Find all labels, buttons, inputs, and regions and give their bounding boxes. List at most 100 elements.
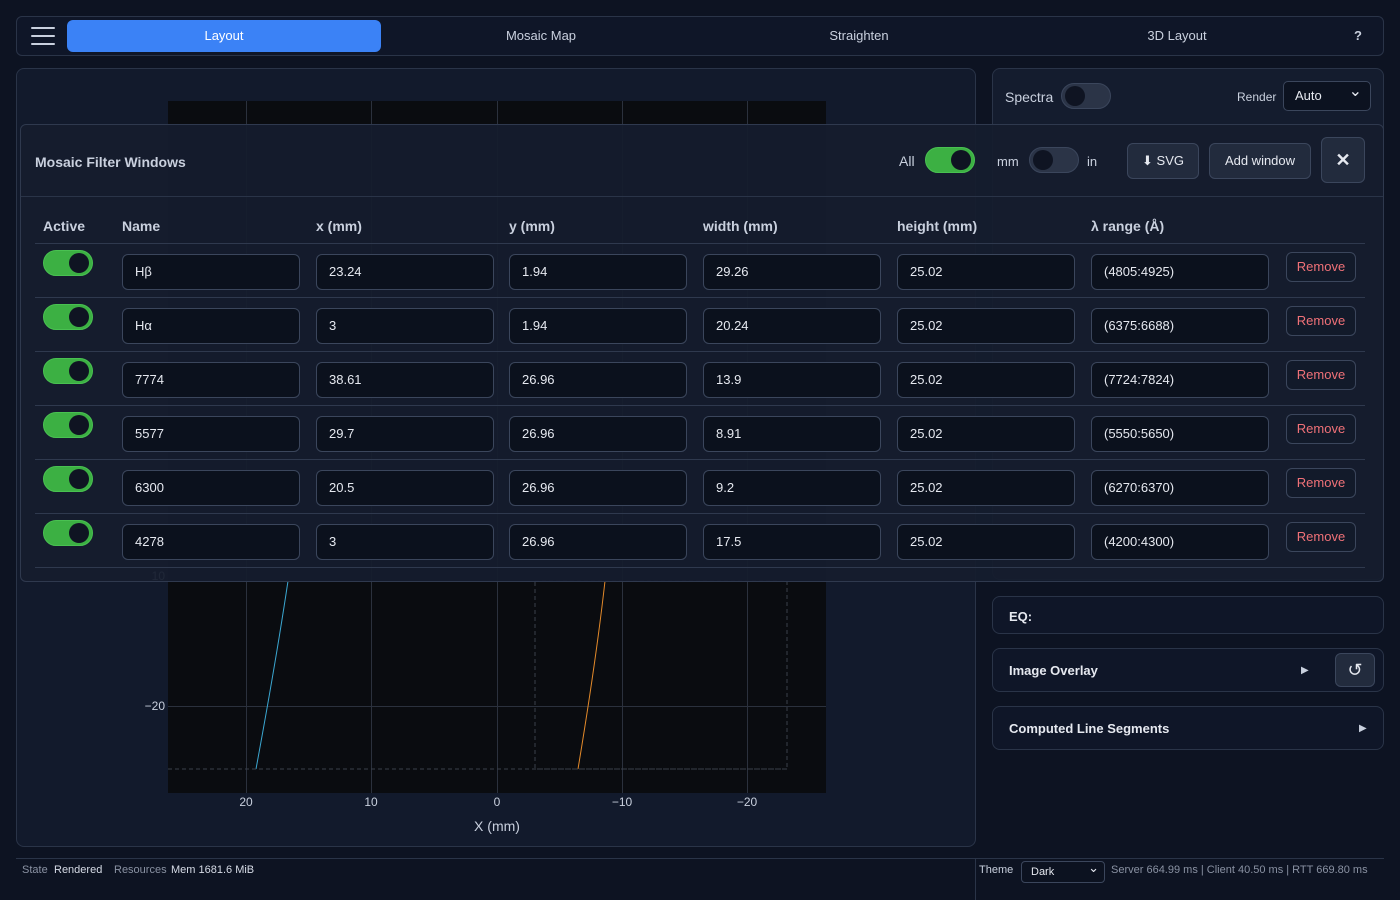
tab-mosaic-map[interactable]: Mosaic Map xyxy=(389,20,693,52)
y-input[interactable]: 26.96 xyxy=(509,470,687,506)
render-select[interactable]: Auto xyxy=(1283,78,1371,111)
lambda-range-input[interactable]: (7724:7824) xyxy=(1091,362,1269,398)
spectra-toggle[interactable] xyxy=(1061,83,1111,109)
name-input[interactable]: 5577 xyxy=(122,416,300,452)
column-header-lambda-range: λ range (Å) xyxy=(1091,218,1165,234)
height-input[interactable]: 25.02 xyxy=(897,416,1075,452)
eq-panel: EQ: xyxy=(992,596,1384,634)
y-input[interactable]: 26.96 xyxy=(509,362,687,398)
x-input[interactable]: 3 xyxy=(316,308,494,344)
y-tick: −20 xyxy=(144,699,165,713)
all-label: All xyxy=(899,153,915,169)
x-input[interactable]: 20.5 xyxy=(316,470,494,506)
state-value: Rendered xyxy=(54,864,103,876)
close-icon[interactable]: ✕ xyxy=(1321,137,1365,183)
y-input[interactable]: 1.94 xyxy=(509,254,687,290)
x-tick: 10 xyxy=(364,795,378,809)
name-input[interactable]: 6300 xyxy=(122,470,300,506)
lambda-range-input[interactable]: (4200:4300) xyxy=(1091,524,1269,560)
column-header-height: height (mm) xyxy=(897,218,978,234)
theme-label: Theme xyxy=(979,864,1014,876)
lambda-range-input[interactable]: (4805:4925) xyxy=(1091,254,1269,290)
width-input[interactable]: 17.5 xyxy=(703,524,881,560)
name-input[interactable]: 7774 xyxy=(122,362,300,398)
spectra-label: Spectra xyxy=(1005,89,1054,105)
render-label: Render xyxy=(1237,90,1277,104)
x-tick: −10 xyxy=(611,795,633,809)
width-input[interactable]: 29.26 xyxy=(703,254,881,290)
reset-icon[interactable]: ↺ xyxy=(1335,653,1375,687)
x-input[interactable]: 23.24 xyxy=(316,254,494,290)
state-label: State xyxy=(22,864,48,876)
width-input[interactable]: 20.24 xyxy=(703,308,881,344)
image-overlay-title: Image Overlay xyxy=(1009,663,1098,678)
resources-label: Resources xyxy=(114,864,167,876)
height-input[interactable]: 25.02 xyxy=(897,308,1075,344)
add-window-button[interactable]: Add window xyxy=(1209,143,1311,179)
active-toggle[interactable] xyxy=(43,466,93,492)
unit-toggle[interactable] xyxy=(1029,147,1079,173)
tab-straighten[interactable]: Straighten xyxy=(707,20,1011,52)
y-input[interactable]: 1.94 xyxy=(509,308,687,344)
remove-button[interactable]: Remove xyxy=(1286,414,1356,444)
image-overlay-panel[interactable]: Image Overlay ▶ ↺ xyxy=(992,648,1384,692)
lambda-range-input[interactable]: (6375:6688) xyxy=(1091,308,1269,344)
download-svg-button[interactable]: ⬇ SVG xyxy=(1127,143,1199,179)
height-input[interactable]: 25.02 xyxy=(897,470,1075,506)
computed-segments-title: Computed Line Segments xyxy=(1009,721,1170,736)
table-row: Hα 3 1.94 20.24 25.02 (6375:6688) Remove xyxy=(35,298,1365,352)
width-input[interactable]: 9.2 xyxy=(703,470,881,506)
eq-label: EQ: xyxy=(1009,609,1033,624)
table-row: Hβ 23.24 1.94 29.26 25.02 (4805:4925) Remove xyxy=(35,244,1365,298)
column-header-width: width (mm) xyxy=(703,218,778,234)
expand-arrow-icon[interactable]: ▶ xyxy=(1359,723,1367,734)
active-toggle[interactable] xyxy=(43,412,93,438)
x-input[interactable]: 29.7 xyxy=(316,416,494,452)
theme-select[interactable]: Dark xyxy=(1021,858,1105,883)
column-header-active: Active xyxy=(43,218,86,234)
tab-layout[interactable]: Layout xyxy=(67,20,381,52)
remove-button[interactable]: Remove xyxy=(1286,252,1356,282)
active-toggle[interactable] xyxy=(43,250,93,276)
top-nav: Layout Mosaic Map Straighten 3D Layout ? xyxy=(16,16,1384,56)
computed-segments-panel[interactable]: Computed Line Segments ▶ xyxy=(992,706,1384,750)
unit-in-label: in xyxy=(1087,154,1098,169)
x-tick: 20 xyxy=(239,795,253,809)
remove-button[interactable]: Remove xyxy=(1286,522,1356,552)
y-input[interactable]: 26.96 xyxy=(509,524,687,560)
height-input[interactable]: 25.02 xyxy=(897,524,1075,560)
remove-button[interactable]: Remove xyxy=(1286,360,1356,390)
expand-arrow-icon[interactable]: ▶ xyxy=(1301,665,1309,676)
remove-button[interactable]: Remove xyxy=(1286,468,1356,498)
all-active-toggle[interactable] xyxy=(925,147,975,173)
mosaic-filter-windows-dialog: Mosaic Filter Windows All mm in ⬇ SVG Ad… xyxy=(20,124,1384,582)
active-toggle[interactable] xyxy=(43,520,93,546)
height-input[interactable]: 25.02 xyxy=(897,254,1075,290)
x-input[interactable]: 38.61 xyxy=(316,362,494,398)
filter-window-outline xyxy=(534,580,788,770)
name-input[interactable]: 4278 xyxy=(122,524,300,560)
x-input[interactable]: 3 xyxy=(316,524,494,560)
active-toggle[interactable] xyxy=(43,358,93,384)
column-header-y: y (mm) xyxy=(509,218,555,234)
trace-right xyxy=(577,580,606,770)
lambda-range-input[interactable]: (6270:6370) xyxy=(1091,470,1269,506)
table-row: 4278 3 26.96 17.5 25.02 (4200:4300) Remove xyxy=(35,514,1365,568)
height-input[interactable]: 25.02 xyxy=(897,362,1075,398)
name-input[interactable]: Hα xyxy=(122,308,300,344)
remove-button[interactable]: Remove xyxy=(1286,306,1356,336)
lambda-range-input[interactable]: (5550:5650) xyxy=(1091,416,1269,452)
width-input[interactable]: 8.91 xyxy=(703,416,881,452)
table-row: 6300 20.5 26.96 9.2 25.02 (6270:6370) Remove xyxy=(35,460,1365,514)
active-toggle[interactable] xyxy=(43,304,93,330)
help-button[interactable]: ? xyxy=(1343,20,1373,52)
tab-3d-layout[interactable]: 3D Layout xyxy=(1025,20,1329,52)
timing-readout: Server 664.99 ms | Client 40.50 ms | RTT… xyxy=(1111,864,1368,876)
name-input[interactable]: Hβ xyxy=(122,254,300,290)
width-input[interactable]: 13.9 xyxy=(703,362,881,398)
y-input[interactable]: 26.96 xyxy=(509,416,687,452)
memory-readout: Mem 1681.6 MiB xyxy=(171,864,255,876)
unit-mm-label: mm xyxy=(997,154,1019,169)
menu-icon[interactable] xyxy=(31,27,55,46)
dialog-title: Mosaic Filter Windows xyxy=(35,154,186,170)
